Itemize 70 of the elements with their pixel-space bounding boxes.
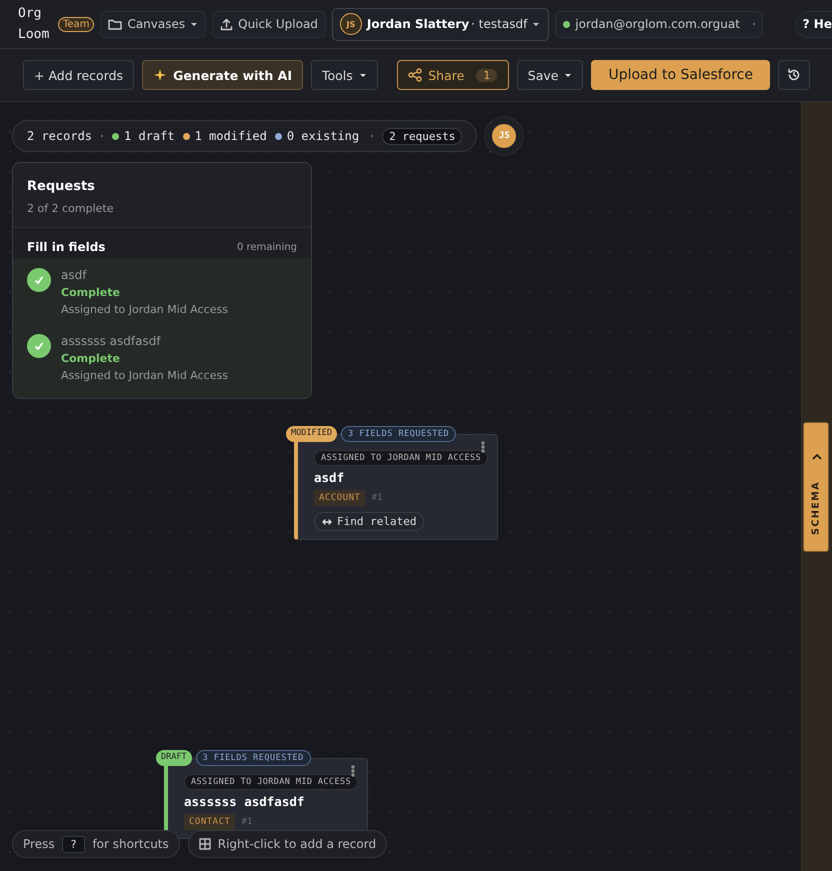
key-cap: ?	[62, 836, 86, 852]
legend-label: 0 existing	[286, 129, 360, 143]
account-selector[interactable]: JS Jordan Slattery · testasdf	[332, 8, 550, 40]
request-name: assssss asdfasdf	[61, 334, 162, 348]
request-status: Complete	[61, 352, 121, 365]
workspace-name: · testasdf	[471, 17, 528, 31]
record-count: 2 records	[27, 129, 92, 143]
panel-title: Requests	[27, 179, 96, 194]
avatar: JS	[492, 124, 516, 148]
request-assignee: Assigned to Jordan Mid Access	[61, 303, 228, 316]
fields-requested-badge: 3 FIELDS REQUESTED	[196, 750, 311, 766]
requests-count: 2 requests	[382, 128, 462, 144]
fields-requested-badge: 3 FIELDS REQUESTED	[340, 426, 456, 442]
share-icon	[408, 68, 422, 82]
link-arrows-icon	[322, 518, 332, 526]
panel-subtitle: 2 of 2 complete	[27, 202, 114, 215]
app-logo: Org Loom	[18, 5, 50, 44]
folder-icon	[108, 18, 122, 30]
org-name: jordan@orglom.com.orguat	[575, 17, 740, 31]
schema-tab[interactable]: SCHEMA	[803, 422, 829, 552]
caret-icon	[358, 72, 367, 78]
caret-icon	[564, 72, 572, 78]
save-button[interactable]: Save	[516, 60, 584, 90]
caret-icon	[190, 20, 198, 28]
record-number: #1	[241, 817, 252, 827]
history-button[interactable]	[778, 60, 810, 90]
more-options-icon	[351, 765, 355, 777]
add-records-button[interactable]: + Add records	[23, 60, 134, 90]
tools-button[interactable]: Tools	[310, 60, 378, 90]
legend-label: 1 draft	[124, 129, 175, 143]
hint-text: Press	[23, 837, 55, 851]
separator-dot	[371, 135, 374, 137]
avatar: JS	[340, 13, 362, 35]
account-name: Jordan Slattery	[366, 17, 470, 31]
generate-with-ai-button[interactable]: Generate with AI	[142, 60, 303, 90]
grid-icon	[198, 838, 211, 850]
caret-icon	[532, 20, 540, 28]
history-icon	[787, 68, 801, 82]
share-count: 1	[476, 68, 498, 82]
separator-dot	[101, 135, 104, 137]
request-name: asdf	[61, 268, 88, 282]
remaining-count: 0 remaining	[236, 242, 297, 252]
request-assignee: Assigned to Jordan Mid Access	[61, 369, 228, 382]
status-badge: MODIFIED	[286, 426, 337, 442]
share-button[interactable]: Share 1	[396, 60, 509, 90]
sparkle-icon	[153, 68, 168, 82]
canvases-button[interactable]: Canvases	[100, 10, 206, 38]
record-title: assssss asdfasdf	[184, 794, 306, 809]
help-button[interactable]: ? He	[794, 10, 832, 38]
upload-icon	[220, 18, 234, 30]
more-options-icon	[481, 441, 485, 453]
legend-label: 1 modified	[194, 129, 267, 143]
record-number: #1	[371, 493, 382, 503]
status-badge: DRAFT	[156, 750, 192, 766]
org-selector[interactable]: jordan@orglom.com.orguat	[555, 10, 763, 38]
upload-to-salesforce-button[interactable]: Upload to Salesforce	[591, 60, 770, 90]
record-title: asdf	[314, 470, 346, 485]
assigned-badge: ASSIGNED TO JORDAN MID ACCESS	[184, 774, 358, 790]
request-status: Complete	[61, 286, 121, 299]
object-type-tag: CONTACT	[184, 814, 236, 830]
hint-text: Right-click to add a record	[218, 837, 376, 851]
hint-text: for shortcuts	[92, 837, 169, 851]
find-related-button[interactable]: Find related	[314, 512, 424, 531]
quick-upload-button[interactable]: Quick Upload	[212, 10, 326, 38]
separator-dot	[752, 23, 755, 25]
chevron-icon	[812, 453, 822, 460]
object-type-tag: ACCOUNT	[314, 490, 366, 506]
team-badge: Team	[58, 16, 94, 32]
assigned-badge: ASSIGNED TO JORDAN MID ACCESS	[314, 450, 488, 466]
section-title: Fill in fields	[27, 240, 106, 254]
